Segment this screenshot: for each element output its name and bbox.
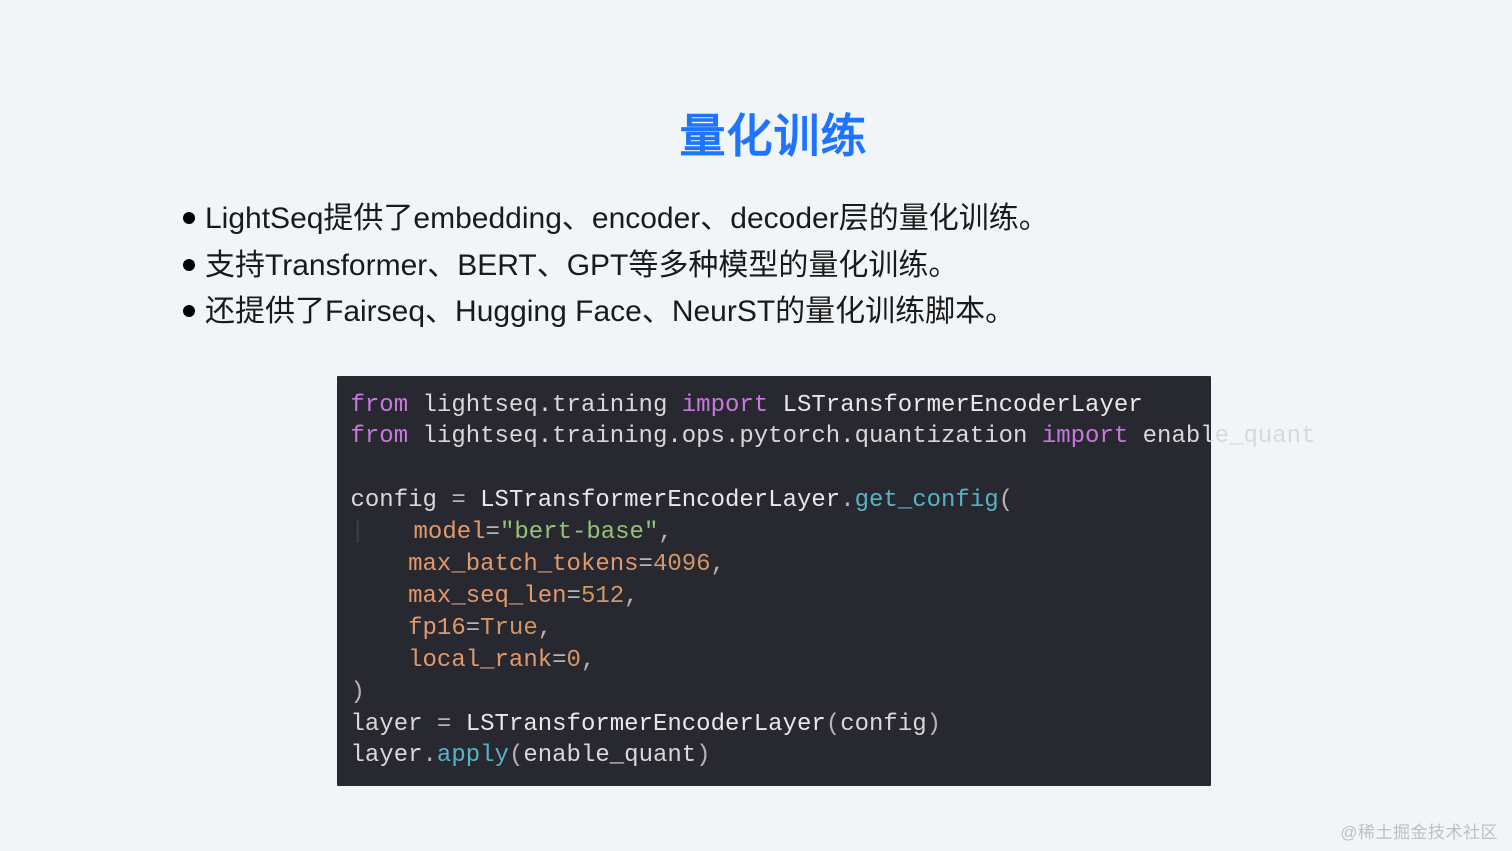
code-operator: = xyxy=(486,519,500,546)
code-indent xyxy=(356,519,414,546)
code-paren: ) xyxy=(696,742,710,769)
code-comma: , xyxy=(624,583,638,610)
code-container: from lightseq.training import LSTransfor… xyxy=(175,376,1372,787)
code-keyword: import xyxy=(682,392,768,419)
code-indent xyxy=(351,647,409,674)
bullet-dot-icon xyxy=(183,305,195,317)
code-comma: , xyxy=(658,519,672,546)
code-keyword: from xyxy=(351,423,409,450)
code-indent xyxy=(351,551,409,578)
code-operator: = xyxy=(567,583,581,610)
bullet-item: 还提供了Fairseq、Hugging Face、NeurST的量化训练脚本。 xyxy=(183,289,1372,336)
code-paren: ( xyxy=(999,487,1013,514)
code-comma: , xyxy=(711,551,725,578)
code-ident: enable_quant xyxy=(523,742,696,769)
code-paren: ) xyxy=(927,711,941,738)
slide-content: 量化训练 LightSeq提供了embedding、encoder、decode… xyxy=(0,0,1512,786)
code-number: 512 xyxy=(581,583,624,610)
code-ident: layer xyxy=(351,742,423,769)
bullet-dot-icon xyxy=(183,212,195,224)
code-arg: fp16 xyxy=(408,615,466,642)
code-ident: layer xyxy=(351,711,437,738)
code-paren: ) xyxy=(351,679,365,706)
code-function: apply xyxy=(437,742,509,769)
code-operator: = xyxy=(466,615,480,642)
code-keyword: from xyxy=(351,392,409,419)
code-operator: = xyxy=(451,487,465,514)
code-comma: , xyxy=(538,615,552,642)
code-indent xyxy=(351,615,409,642)
code-dot: . xyxy=(840,487,854,514)
code-keyword: import xyxy=(1042,423,1128,450)
code-number: 0 xyxy=(567,647,581,674)
code-arg: local_rank xyxy=(408,647,552,674)
bullet-list: LightSeq提供了embedding、encoder、decoder层的量化… xyxy=(183,196,1372,336)
code-arg: model xyxy=(414,519,486,546)
code-string: "bert-base" xyxy=(500,519,658,546)
slide-title: 量化训练 xyxy=(175,100,1372,166)
bullet-text: 支持Transformer、BERT、GPT等多种模型的量化训练。 xyxy=(205,243,958,290)
code-arg: max_batch_tokens xyxy=(408,551,638,578)
code-paren: ( xyxy=(509,742,523,769)
code-operator: = xyxy=(437,711,451,738)
code-module: lightseq.training xyxy=(408,392,682,419)
code-indent xyxy=(351,583,409,610)
bullet-item: LightSeq提供了embedding、encoder、decoder层的量化… xyxy=(183,196,1372,243)
bullet-text: LightSeq提供了embedding、encoder、decoder层的量化… xyxy=(205,196,1049,243)
code-block: from lightseq.training import LSTransfor… xyxy=(337,376,1211,787)
code-ident: config xyxy=(351,487,452,514)
bullet-item: 支持Transformer、BERT、GPT等多种模型的量化训练。 xyxy=(183,243,1372,290)
code-class: LSTransformerEncoderLayer xyxy=(466,487,840,514)
bullet-dot-icon xyxy=(183,259,195,271)
code-arg: max_seq_len xyxy=(408,583,566,610)
bullet-text: 还提供了Fairseq、Hugging Face、NeurST的量化训练脚本。 xyxy=(205,289,1015,336)
code-function: get_config xyxy=(855,487,999,514)
code-operator: = xyxy=(552,647,566,674)
code-class: LSTransformerEncoderLayer xyxy=(768,392,1142,419)
code-dot: . xyxy=(423,742,437,769)
code-bool: True xyxy=(480,615,538,642)
code-comma: , xyxy=(581,647,595,674)
code-paren: ( xyxy=(826,711,840,738)
watermark: @稀土掘金技术社区 xyxy=(1340,818,1498,843)
code-module: lightseq.training.ops.pytorch.quantizati… xyxy=(408,423,1042,450)
code-operator: = xyxy=(639,551,653,578)
code-class: LSTransformerEncoderLayer xyxy=(451,711,825,738)
code-ident: config xyxy=(840,711,926,738)
code-number: 4096 xyxy=(653,551,711,578)
code-ident: enable_quant xyxy=(1128,423,1315,450)
